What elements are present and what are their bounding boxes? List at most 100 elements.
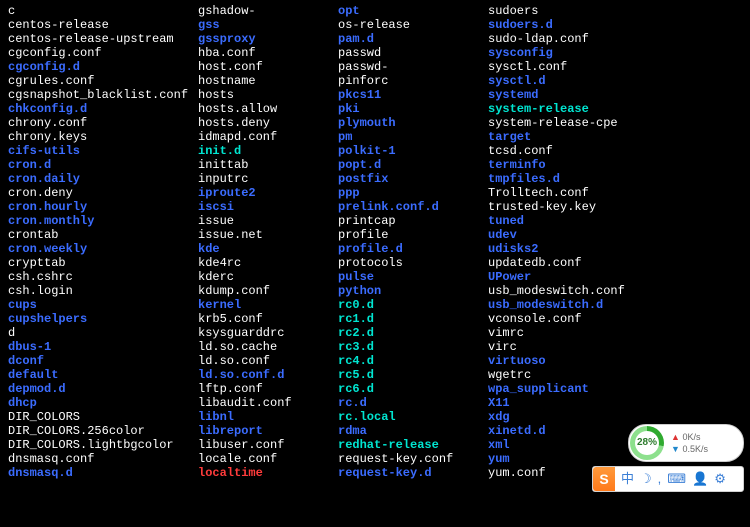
ls-entry: request-key.d [338, 466, 488, 480]
usage-ring-icon: 28% [630, 426, 664, 460]
upload-speed: 0K/s [682, 432, 700, 442]
ls-entry: hosts.deny [198, 116, 338, 130]
ls-entry: gshadow- [198, 4, 338, 18]
ls-entry: rc1.d [338, 312, 488, 326]
ls-entry: libuser.conf [198, 438, 338, 452]
ls-entry: cgrules.conf [8, 74, 198, 88]
ls-entry: csh.cshrc [8, 270, 198, 284]
ls-entry: rc5.d [338, 368, 488, 382]
ls-entry: cups [8, 298, 198, 312]
ls-entry: hba.conf [198, 46, 338, 60]
ls-entry: pkcs11 [338, 88, 488, 102]
ls-entry: vconsole.conf [488, 312, 668, 326]
ime-settings-icon[interactable]: ⚙ [714, 472, 726, 486]
ls-entry: virtuoso [488, 354, 668, 368]
ls-entry: rc4.d [338, 354, 488, 368]
ls-entry: cgsnapshot_blacklist.conf [8, 88, 198, 102]
ls-entry: udisks2 [488, 242, 668, 256]
ls-entry: depmod.d [8, 382, 198, 396]
ls-entry: dnsmasq.conf [8, 452, 198, 466]
ls-entry: polkit-1 [338, 144, 488, 158]
ls-entry: protocols [338, 256, 488, 270]
ls-entry: issue [198, 214, 338, 228]
net-speed-readout: ▲ 0K/s ▼ 0.5K/s [671, 431, 708, 455]
ls-entry: printcap [338, 214, 488, 228]
ls-entry: X11 [488, 396, 668, 410]
ls-entry: init.d [198, 144, 338, 158]
ime-toolbar[interactable]: S 中 ☽ , ⌨ 👤 ⚙ [592, 466, 744, 492]
ls-entry: xdg [488, 410, 668, 424]
ls-entry: d [8, 326, 198, 340]
ls-entry: tcsd.conf [488, 144, 668, 158]
ls-column-2: gshadow-gssgssproxyhba.confhost.confhost… [198, 4, 338, 480]
ls-entry: cgconfig.conf [8, 46, 198, 60]
ls-entry: pki [338, 102, 488, 116]
ls-entry: cgconfig.d [8, 60, 198, 74]
ls-entry: DIR_COLORS [8, 410, 198, 424]
ime-keyboard-icon[interactable]: ⌨ [667, 472, 686, 486]
ls-entry: systemd [488, 88, 668, 102]
ls-entry: krb5.conf [198, 312, 338, 326]
ls-entry: virc [488, 340, 668, 354]
ls-entry: libnl [198, 410, 338, 424]
ls-entry: pinforc [338, 74, 488, 88]
ls-entry: Trolltech.conf [488, 186, 668, 200]
ls-entry: kernel [198, 298, 338, 312]
ls-entry: hosts.allow [198, 102, 338, 116]
ls-entry: libreport [198, 424, 338, 438]
ime-logo-icon[interactable]: S [593, 467, 615, 491]
ls-entry: centos-release-upstream [8, 32, 198, 46]
ls-entry: default [8, 368, 198, 382]
ls-entry: redhat-release [338, 438, 488, 452]
ime-moon-icon[interactable]: ☽ [640, 472, 652, 486]
ls-entry: sysctl.d [488, 74, 668, 88]
ls-entry: iscsi [198, 200, 338, 214]
ls-entry: passwd [338, 46, 488, 60]
ls-entry: profile.d [338, 242, 488, 256]
ls-entry: chrony.keys [8, 130, 198, 144]
download-arrow-icon: ▼ [671, 444, 680, 454]
ls-entry: kde [198, 242, 338, 256]
ls-entry: cron.deny [8, 186, 198, 200]
ls-entry: cupshelpers [8, 312, 198, 326]
ls-entry: sudo-ldap.conf [488, 32, 668, 46]
ls-column-1: ccentos-releasecentos-release-upstreamcg… [8, 4, 198, 480]
ls-entry: vimrc [488, 326, 668, 340]
ls-entry: ppp [338, 186, 488, 200]
ls-entry: cron.monthly [8, 214, 198, 228]
ls-entry: UPower [488, 270, 668, 284]
ls-entry: rc2.d [338, 326, 488, 340]
ls-entry: profile [338, 228, 488, 242]
ls-entry: dnsmasq.d [8, 466, 198, 480]
ls-entry: DIR_COLORS.lightbgcolor [8, 438, 198, 452]
ls-entry: cron.d [8, 158, 198, 172]
ls-entry: target [488, 130, 668, 144]
ls-entry: rdma [338, 424, 488, 438]
ls-entry: usb_modeswitch.d [488, 298, 668, 312]
ls-entry: ld.so.cache [198, 340, 338, 354]
ls-entry: ld.so.conf [198, 354, 338, 368]
ls-entry: wpa_supplicant [488, 382, 668, 396]
ls-entry: ld.so.conf.d [198, 368, 338, 382]
ls-output: ccentos-releasecentos-release-upstreamcg… [8, 4, 742, 480]
ls-entry: cifs-utils [8, 144, 198, 158]
ls-entry: updatedb.conf [488, 256, 668, 270]
system-speed-widget[interactable]: 28% ▲ 0K/s ▼ 0.5K/s [628, 424, 744, 462]
ls-entry: system-release-cpe [488, 116, 668, 130]
ls-entry: dhcp [8, 396, 198, 410]
usage-percent: 28% [637, 436, 657, 450]
ls-entry: sudoers [488, 4, 668, 18]
ime-comma-icon[interactable]: , [658, 472, 662, 486]
ls-entry: system-release [488, 102, 668, 116]
ls-entry: tmpfiles.d [488, 172, 668, 186]
ls-entry: hostname [198, 74, 338, 88]
ls-entry: kderc [198, 270, 338, 284]
ime-mode-button[interactable]: 中 [621, 472, 634, 486]
ls-entry: udev [488, 228, 668, 242]
download-speed: 0.5K/s [682, 444, 708, 454]
ime-user-icon[interactable]: 👤 [692, 472, 708, 486]
ls-entry: rc6.d [338, 382, 488, 396]
ls-entry: issue.net [198, 228, 338, 242]
ls-column-3: optos-releasepam.dpasswdpasswd-pinforcpk… [338, 4, 488, 480]
ls-entry: localtime [198, 466, 338, 480]
